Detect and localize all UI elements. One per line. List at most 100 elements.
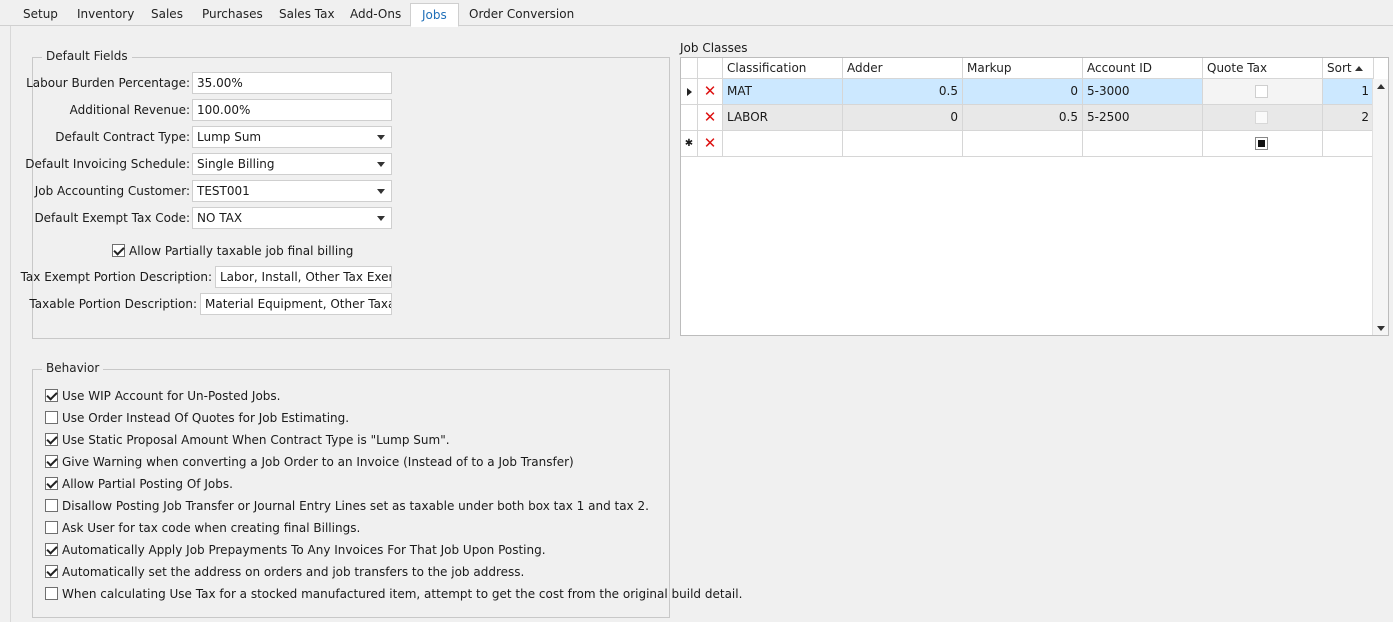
new-cell-sort[interactable]: [1323, 131, 1374, 157]
behavior-label: Allow Partial Posting Of Jobs.: [62, 477, 233, 491]
chevron-down-icon: [377, 162, 385, 167]
behavior-checkbox[interactable]: [45, 433, 58, 446]
col-markup[interactable]: Markup: [963, 58, 1083, 79]
tab-sales-tax[interactable]: Sales Tax: [268, 3, 346, 26]
delete-row-button[interactable]: ✕: [698, 79, 723, 105]
tab-inventory[interactable]: Inventory: [66, 3, 145, 26]
chevron-down-icon: [377, 135, 385, 140]
behavior-label: Use Order Instead Of Quotes for Job Esti…: [62, 411, 350, 425]
new-row-indicator[interactable]: ✱: [681, 131, 698, 157]
contract-type-select[interactable]: Lump Sum: [192, 126, 392, 148]
behavior-checkbox[interactable]: [45, 477, 58, 490]
invoicing-schedule-value: Single Billing: [197, 157, 275, 171]
tab-strip: Setup Inventory Sales Purchases Sales Ta…: [0, 0, 1393, 27]
behavior-checkbox[interactable]: [45, 587, 58, 600]
delete-row-button[interactable]: ✕: [698, 105, 723, 131]
tab-order-conversion[interactable]: Order Conversion: [458, 3, 585, 26]
tab-purchases[interactable]: Purchases: [191, 3, 274, 26]
behavior-checkbox[interactable]: [45, 455, 58, 468]
grid-vertical-scrollbar[interactable]: [1372, 79, 1388, 335]
delete-x-icon: ✕: [703, 108, 717, 126]
tax-exempt-desc-input[interactable]: Labor, Install, Other Tax Exempt: [215, 266, 392, 288]
quote-tax-indeterminate-checkbox[interactable]: [1255, 137, 1268, 150]
exempt-tax-code-select[interactable]: NO TAX: [192, 207, 392, 229]
behavior-label: Use Static Proposal Amount When Contract…: [62, 433, 450, 447]
col-sort-label: Sort: [1327, 61, 1352, 75]
labour-burden-label: Labour Burden Percentage:: [26, 76, 190, 90]
accounting-customer-label: Job Accounting Customer:: [34, 184, 190, 198]
cell-sort[interactable]: 1: [1323, 79, 1374, 105]
cell-account-id[interactable]: 5-3000: [1083, 79, 1203, 105]
panel-border: [10, 26, 11, 622]
default-fields-title: Default Fields: [42, 49, 132, 63]
cell-adder[interactable]: 0: [843, 105, 963, 131]
col-account-id[interactable]: Account ID: [1083, 58, 1203, 79]
sort-ascending-icon: [1355, 66, 1363, 71]
cell-markup[interactable]: 0.5: [963, 105, 1083, 131]
cell-account-id[interactable]: 5-2500: [1083, 105, 1203, 131]
current-row-arrow-icon: [687, 88, 692, 96]
tab-setup[interactable]: Setup: [12, 3, 69, 26]
new-cell-account-id[interactable]: [1083, 131, 1203, 157]
cell-quote-tax[interactable]: [1203, 79, 1323, 105]
cell-classification[interactable]: LABOR: [723, 105, 843, 131]
scroll-up-icon[interactable]: [1377, 84, 1385, 89]
behavior-label: Use WIP Account for Un-Posted Jobs.: [62, 389, 281, 403]
new-cell-quote-tax[interactable]: [1203, 131, 1323, 157]
col-adder[interactable]: Adder: [843, 58, 963, 79]
quote-tax-checkbox[interactable]: [1255, 85, 1268, 98]
tab-add-ons[interactable]: Add-Ons: [339, 3, 412, 26]
taxable-desc-input[interactable]: Material Equipment, Other Taxable: [200, 293, 392, 315]
cell-markup[interactable]: 0: [963, 79, 1083, 105]
labour-burden-input[interactable]: 35.00%: [192, 72, 392, 94]
accounting-customer-value: TEST001: [197, 184, 250, 198]
behavior-checkbox[interactable]: [45, 521, 58, 534]
chevron-down-icon: [377, 189, 385, 194]
taxable-desc-label: Taxable Portion Description:: [29, 297, 197, 311]
indeterminate-square-icon: [1258, 140, 1265, 147]
behavior-checkbox[interactable]: [45, 499, 58, 512]
scroll-down-icon[interactable]: [1377, 326, 1385, 331]
cell-sort[interactable]: 2: [1323, 105, 1374, 131]
chevron-down-icon: [377, 216, 385, 221]
tax-exempt-desc-label: Tax Exempt Portion Description:: [20, 270, 212, 284]
behavior-title: Behavior: [42, 361, 104, 375]
behavior-checkbox[interactable]: [45, 389, 58, 402]
row-header-corner: [681, 58, 698, 79]
tab-jobs[interactable]: Jobs: [410, 3, 459, 27]
col-quote-tax[interactable]: Quote Tax: [1203, 58, 1323, 79]
delete-x-icon: ✕: [703, 82, 717, 100]
invoicing-schedule-select[interactable]: Single Billing: [192, 153, 392, 175]
job-classes-grid: Classification Adder Markup Account ID Q…: [680, 57, 1389, 336]
accounting-customer-select[interactable]: TEST001: [192, 180, 392, 202]
col-sort[interactable]: Sort: [1323, 58, 1374, 79]
allow-partial-checkbox[interactable]: [112, 244, 125, 257]
col-classification[interactable]: Classification: [723, 58, 843, 79]
new-cell-adder[interactable]: [843, 131, 963, 157]
delete-header: [698, 58, 723, 79]
behavior-checkbox[interactable]: [45, 543, 58, 556]
row-indicator[interactable]: [681, 105, 698, 131]
behavior-label: Give Warning when converting a Job Order…: [62, 455, 574, 469]
quote-tax-checkbox[interactable]: [1255, 111, 1268, 124]
allow-partial-label: Allow Partially taxable job final billin…: [129, 244, 354, 258]
row-indicator[interactable]: [681, 79, 698, 105]
behavior-checkbox[interactable]: [45, 565, 58, 578]
cell-quote-tax[interactable]: [1203, 105, 1323, 131]
behavior-label: Ask User for tax code when creating fina…: [62, 521, 361, 535]
cell-adder[interactable]: 0.5: [843, 79, 963, 105]
invoicing-schedule-label: Default Invoicing Schedule:: [25, 157, 190, 171]
contract-type-label: Default Contract Type:: [55, 130, 190, 144]
delete-row-button[interactable]: ✕: [698, 131, 723, 157]
new-cell-classification[interactable]: [723, 131, 843, 157]
new-row-star-icon: ✱: [684, 138, 694, 149]
behavior-label: Automatically set the address on orders …: [62, 565, 525, 579]
additional-revenue-label: Additional Revenue:: [69, 103, 190, 117]
job-classes-title: Job Classes: [680, 41, 748, 55]
cell-classification[interactable]: MAT: [723, 79, 843, 105]
new-cell-markup[interactable]: [963, 131, 1083, 157]
behavior-checkbox[interactable]: [45, 411, 58, 424]
tab-sales[interactable]: Sales: [140, 3, 194, 26]
exempt-tax-code-label: Default Exempt Tax Code:: [34, 211, 190, 225]
additional-revenue-input[interactable]: 100.00%: [192, 99, 392, 121]
